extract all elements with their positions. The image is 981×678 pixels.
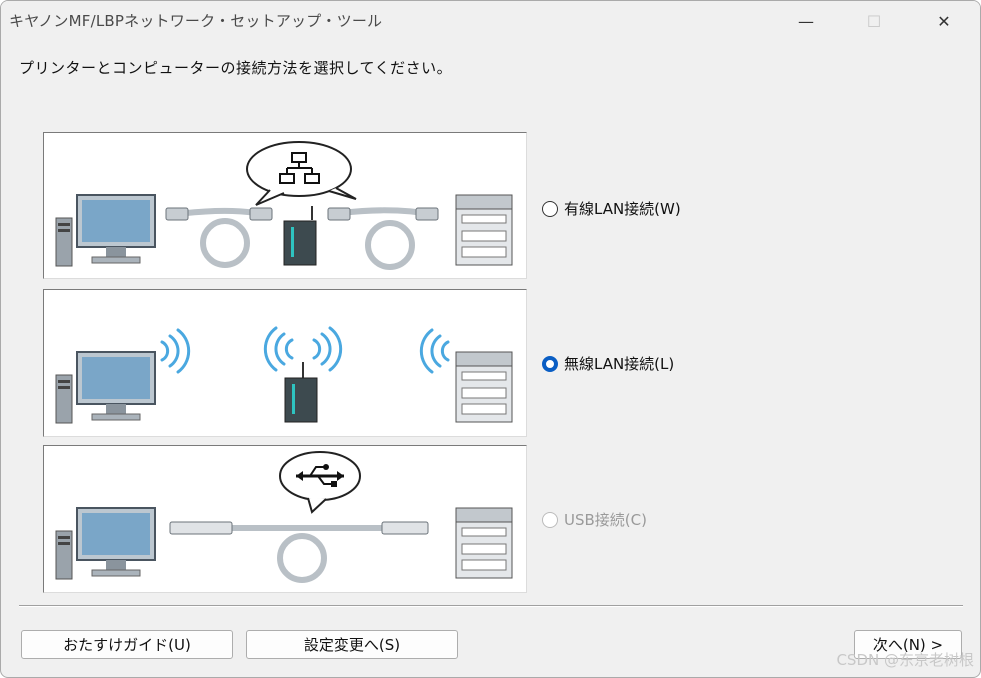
setup-dialog: キヤノンMF/LBPネットワーク・セットアップ・ツール — ☐ ✕ プリンターと… bbox=[0, 0, 981, 678]
wired-lan-label: 有線LAN接続(W) bbox=[564, 200, 681, 218]
close-button[interactable]: ✕ bbox=[921, 1, 967, 41]
usb-icon bbox=[279, 451, 361, 514]
separator bbox=[19, 605, 963, 607]
computer-icon bbox=[55, 194, 156, 267]
instruction-text: プリンターとコンピューターの接続方法を選択してください。 bbox=[19, 59, 453, 77]
wired-lan-illustration[interactable] bbox=[43, 132, 527, 279]
usb-radio bbox=[542, 511, 558, 528]
wired-lan-option[interactable]: 有線LAN接続(W) bbox=[542, 198, 681, 219]
printer-icon bbox=[455, 507, 513, 579]
window-title: キヤノンMF/LBPネットワーク・セットアップ・ツール bbox=[9, 12, 383, 30]
wired-lan-radio[interactable] bbox=[542, 200, 558, 217]
title-bar: キヤノンMF/LBPネットワーク・セットアップ・ツール — ☐ ✕ bbox=[1, 1, 980, 41]
close-icon: ✕ bbox=[937, 11, 951, 31]
wireless-lan-option[interactable]: 無線LAN接続(L) bbox=[542, 353, 674, 374]
usb-label: USB接続(C) bbox=[564, 511, 647, 529]
computer-icon bbox=[55, 351, 156, 424]
maximize-button[interactable]: ☐ bbox=[851, 1, 897, 41]
watermark: CSDN @东京老树根 bbox=[836, 651, 974, 669]
minimize-button[interactable]: — bbox=[783, 1, 829, 41]
printer-icon bbox=[455, 351, 513, 423]
usb-illustration bbox=[43, 445, 527, 593]
wireless-lan-radio[interactable] bbox=[542, 355, 558, 372]
usb-option: USB接続(C) bbox=[542, 509, 647, 530]
router-icon bbox=[283, 206, 317, 266]
network-icon bbox=[246, 141, 357, 206]
minimize-icon: — bbox=[798, 11, 814, 31]
computer-icon bbox=[55, 507, 156, 580]
wireless-wave-icon bbox=[160, 326, 450, 374]
guide-button[interactable]: おたすけガイド(U) bbox=[21, 630, 233, 659]
wireless-lan-label: 無線LAN接続(L) bbox=[564, 355, 675, 373]
router-icon bbox=[284, 362, 318, 423]
printer-icon bbox=[455, 194, 513, 266]
wireless-lan-illustration[interactable] bbox=[43, 289, 527, 437]
settings-button[interactable]: 設定変更へ(S) bbox=[246, 630, 458, 659]
maximize-icon: ☐ bbox=[866, 11, 882, 31]
